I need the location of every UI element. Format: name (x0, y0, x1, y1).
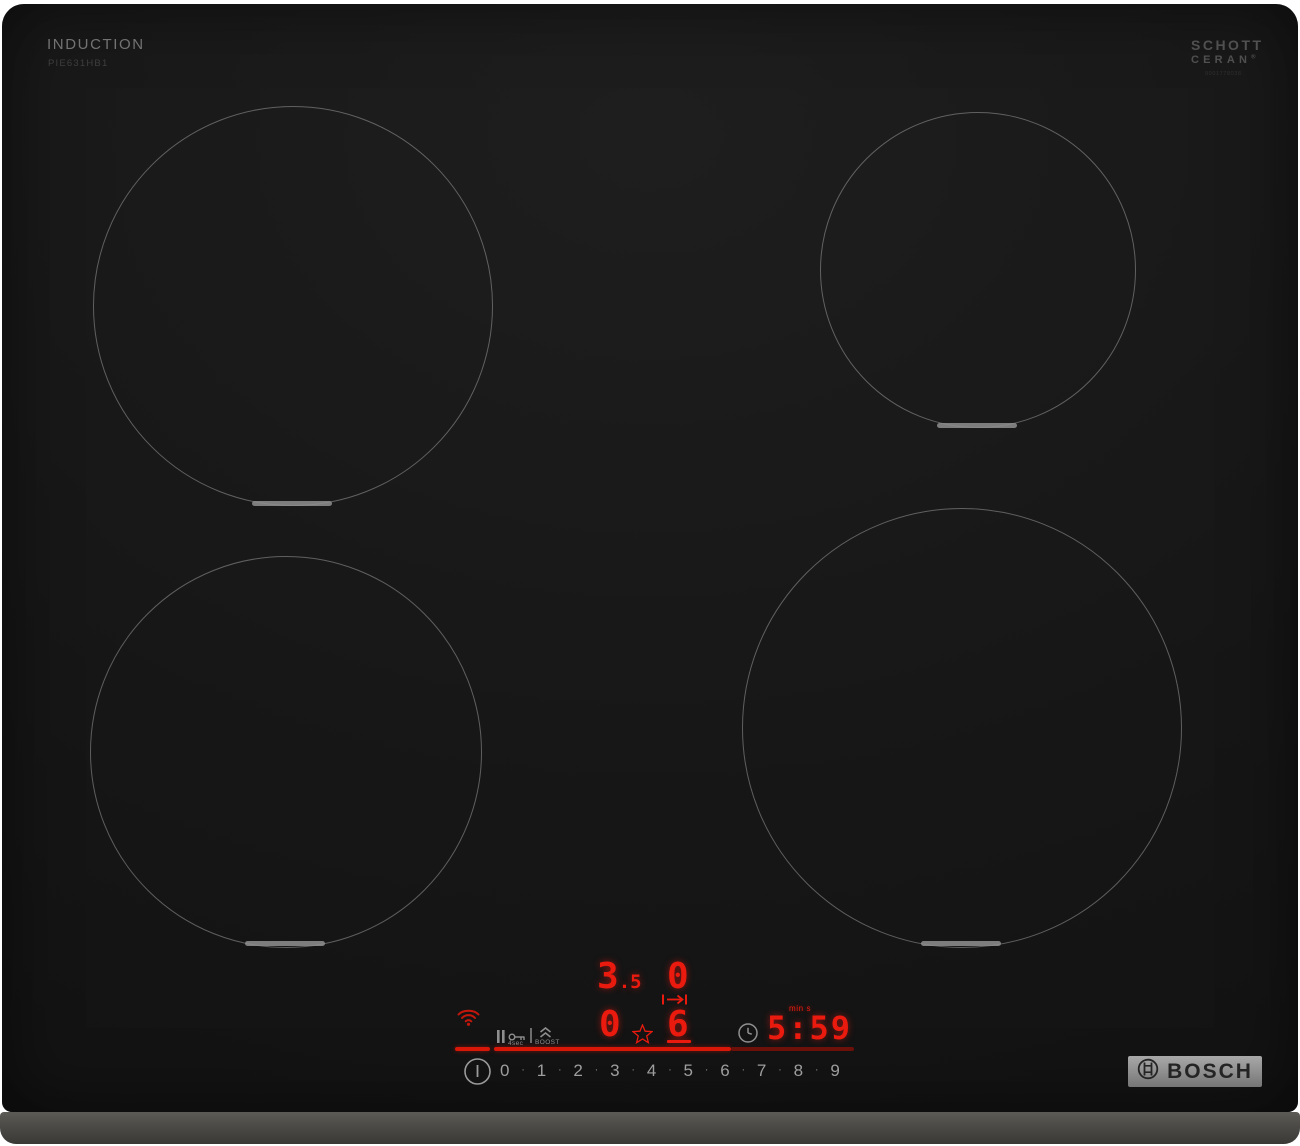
pan-marker-back-left (252, 501, 332, 506)
move-pan-icon (661, 993, 688, 1011)
level-9[interactable]: 9 (830, 1061, 839, 1081)
pan-marker-back-right (937, 423, 1017, 428)
level-separator: · (741, 1064, 746, 1076)
level-separator: · (778, 1064, 782, 1076)
level-5[interactable]: 5 (684, 1061, 693, 1081)
power-level-display-back-right[interactable]: 0 (667, 959, 689, 995)
level-separator: · (594, 1064, 599, 1076)
level-separator: · (521, 1064, 525, 1076)
cooking-zone-back-right (820, 112, 1136, 428)
level-4[interactable]: 4 (647, 1061, 656, 1081)
pan-marker-front-right (921, 941, 1001, 946)
level-3[interactable]: 3 (610, 1061, 619, 1081)
power-level-display-back-left[interactable]: 3.5 (597, 959, 642, 995)
registered-mark: ® (1251, 54, 1256, 61)
cooking-zone-front-left (90, 556, 482, 948)
slider-indicator-dim (731, 1047, 854, 1051)
schott-ceran-logo: SCHOTT CERAN® 9001778038 (1191, 37, 1264, 77)
level-separator: · (704, 1064, 709, 1076)
level-separator: · (668, 1064, 672, 1076)
power-standby-icon[interactable] (463, 1057, 492, 1091)
level-separator: · (814, 1064, 819, 1076)
power-level-display-front-left[interactable]: 0 (599, 1007, 621, 1043)
level-6[interactable]: 6 (720, 1061, 729, 1081)
slider-indicator-left (455, 1047, 490, 1051)
bosch-symbol-icon (1137, 1058, 1159, 1085)
power-level-display-front-right[interactable]: 6 (667, 1007, 689, 1043)
bosch-badge: BOSCH (1128, 1056, 1262, 1087)
pause-icon[interactable] (496, 1029, 506, 1049)
schott-line2: CERAN® (1191, 54, 1256, 66)
timer-display[interactable]: 5:59 (767, 1012, 852, 1044)
level-2[interactable]: 2 (573, 1061, 582, 1081)
level-8[interactable]: 8 (794, 1061, 803, 1081)
star-icon[interactable] (631, 1023, 654, 1049)
bosch-logo-text: BOSCH (1167, 1059, 1253, 1083)
induction-hob: INDUCTION PIE631HB1 SCHOTT CERAN® 900177… (0, 0, 1300, 1146)
level-0[interactable]: 0 (500, 1061, 509, 1081)
induction-type-label: INDUCTION (47, 36, 145, 53)
schott-line1: SCHOTT (1191, 37, 1264, 53)
level-7[interactable]: 7 (757, 1061, 766, 1081)
cooking-zone-back-left (93, 106, 493, 506)
cooking-zone-front-right (742, 508, 1182, 948)
selected-zone-underline (667, 1040, 691, 1043)
boost-label: BOOST (535, 1039, 560, 1046)
wifi-icon[interactable] (455, 1004, 482, 1031)
pan-marker-front-left (245, 941, 325, 946)
model-number: PIE631HB1 (48, 58, 109, 69)
front-edge-profile (0, 1112, 1300, 1144)
level-separator: · (631, 1064, 636, 1076)
glass-code: 9001778038 (1205, 71, 1242, 77)
power-level-slider[interactable]: 0 · 1 · 2 · 3 · 4 · 5 · 6 · 7 · 8 · 9 (500, 1061, 840, 1081)
slider-indicator-active (494, 1047, 731, 1051)
level-separator: · (557, 1064, 562, 1076)
hold-4sec-label: 4sec (508, 1040, 524, 1047)
icon-divider (530, 1028, 532, 1043)
level-1[interactable]: 1 (537, 1061, 546, 1081)
clock-icon[interactable] (737, 1022, 759, 1049)
